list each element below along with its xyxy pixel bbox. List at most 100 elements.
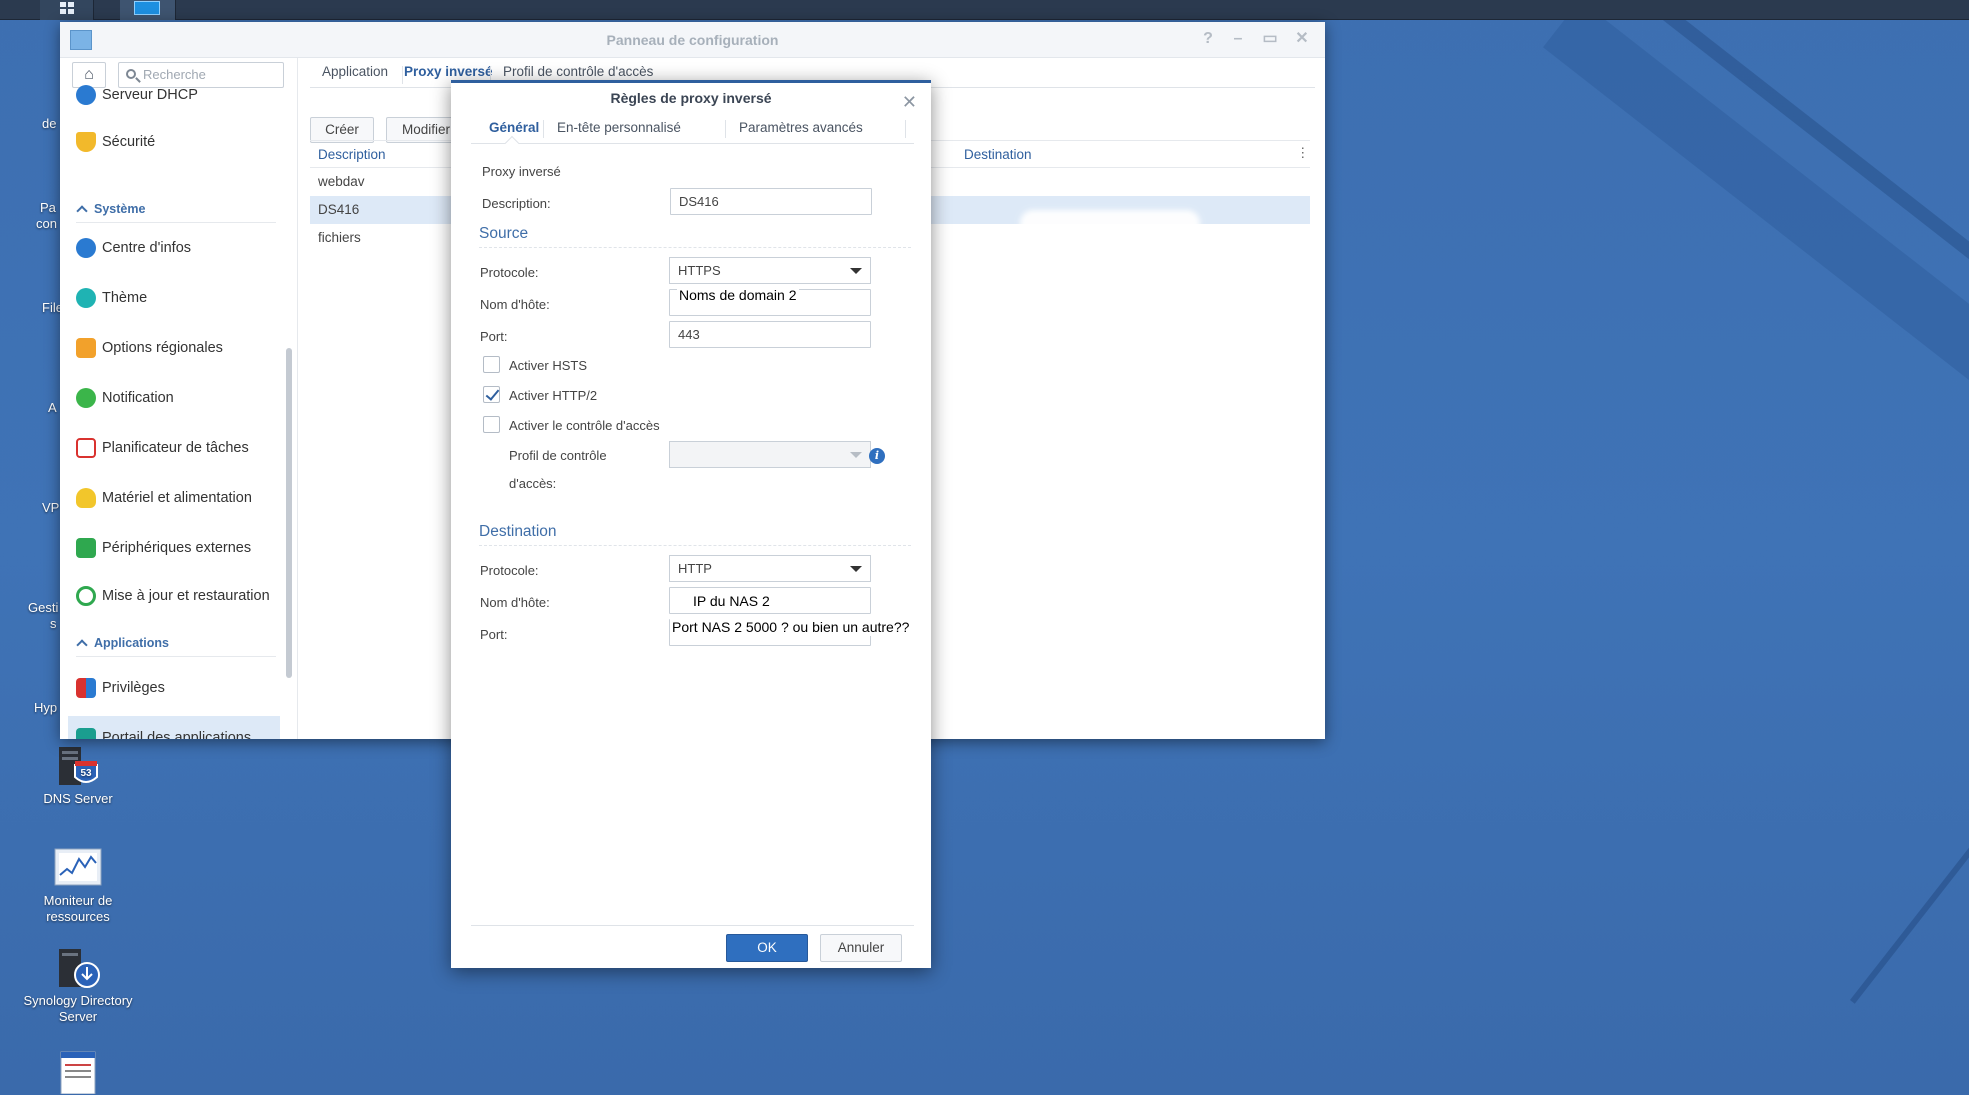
sidebar-item-label: Serveur DHCP xyxy=(102,87,198,103)
sidebar-item-update-restore[interactable]: Mise à jour et restauration xyxy=(68,572,280,620)
tab-custom-header[interactable]: En-tête personnalisé xyxy=(557,120,681,135)
svg-text:53: 53 xyxy=(80,768,92,779)
sidebar-scrollbar[interactable] xyxy=(286,348,292,678)
source-port-input[interactable]: 443 xyxy=(669,321,871,348)
maximize-icon[interactable]: ▭ xyxy=(1261,30,1279,48)
access-control-label: Activer le contrôle d'accès xyxy=(509,418,660,433)
main-menu-button[interactable] xyxy=(40,0,94,20)
desktop-clipped-label[interactable]: A xyxy=(48,400,57,415)
desktop-clipped-label[interactable]: Gesti xyxy=(28,600,58,615)
sidebar-item-task-scheduler[interactable]: Planificateur de tâches xyxy=(68,426,280,470)
sidebar-section-system[interactable]: Système xyxy=(76,202,276,223)
redacted-destination xyxy=(1020,210,1200,236)
hostname-annotation: Noms de domain 2 xyxy=(677,286,799,304)
profile-label-line1: Profil de contrôle xyxy=(509,448,607,463)
reverse-proxy-dialog: Règles de proxy inversé ✕ Général En-têt… xyxy=(451,80,931,968)
close-icon[interactable]: ✕ xyxy=(902,87,917,117)
sidebar: ⌂ Recherche Serveur DHCP Sécurité Systèm… xyxy=(60,58,298,739)
tab-application[interactable]: Application xyxy=(322,64,388,79)
ok-button[interactable]: OK xyxy=(726,934,808,962)
source-protocol-label: Protocole: xyxy=(480,265,539,280)
sidebar-item-notification[interactable]: Notification xyxy=(68,376,280,420)
desktop-clipped-label[interactable]: Hyp xyxy=(34,700,57,715)
control-panel-app-icon xyxy=(70,30,92,50)
tab-pointer xyxy=(504,135,520,151)
chevron-up-icon xyxy=(76,205,88,217)
column-destination[interactable]: Destination xyxy=(964,147,1032,162)
desktop-clipped-label[interactable]: de xyxy=(42,116,56,131)
dest-protocol-label: Protocole: xyxy=(480,563,539,578)
sidebar-item-label: Mise à jour et restauration xyxy=(102,588,270,604)
column-description[interactable]: Description xyxy=(318,147,386,162)
desktop-clipped-label[interactable]: con xyxy=(36,216,57,231)
desktop-clipped-label[interactable]: s xyxy=(50,616,57,631)
http2-checkbox[interactable] xyxy=(483,386,500,403)
sidebar-item-regional-options[interactable]: Options régionales xyxy=(68,326,280,370)
section-label: Applications xyxy=(94,636,170,650)
desktop-clipped-label[interactable]: VP xyxy=(42,500,59,515)
window-titlebar[interactable]: Panneau de configuration ? – ▭ ✕ xyxy=(60,22,1325,58)
search-icon xyxy=(126,69,136,79)
chevron-down-icon xyxy=(850,452,862,458)
desktop-icon-label: DNS Server xyxy=(43,791,113,806)
dest-port-annotation: Port NAS 2 5000 ? ou bien un autre?? xyxy=(670,618,912,636)
window-icon xyxy=(134,1,160,15)
sidebar-item-privileges[interactable]: Privilèges xyxy=(68,666,280,710)
sidebar-item-label: Matériel et alimentation xyxy=(102,490,252,506)
tab-divider xyxy=(543,120,544,138)
dns-server-icon: 53 xyxy=(53,745,103,787)
source-protocol-select[interactable]: HTTPS xyxy=(669,257,871,284)
sidebar-item-external-devices[interactable]: Périphériques externes xyxy=(68,526,280,570)
dest-protocol-select[interactable]: HTTP xyxy=(669,555,871,582)
help-icon[interactable]: ? xyxy=(1199,30,1217,48)
tab-general[interactable]: Général xyxy=(489,120,539,135)
sidebar-item-theme[interactable]: Thème xyxy=(68,276,280,320)
refresh-icon xyxy=(76,586,96,606)
hsts-label: Activer HSTS xyxy=(509,358,588,373)
desktop-icon-document[interactable] xyxy=(18,1050,138,1095)
resource-monitor-icon xyxy=(53,847,103,889)
column-menu-icon[interactable]: ⋮ xyxy=(1296,145,1310,161)
tab-access-control-profile[interactable]: Profil de contrôle d'accès xyxy=(503,64,653,79)
desktop-icon-resource-monitor[interactable]: Moniteur de ressources xyxy=(18,847,138,925)
sidebar-item-label: Périphériques externes xyxy=(102,540,252,556)
tab-divider xyxy=(905,120,906,138)
dialog-title: Règles de proxy inversé xyxy=(610,90,772,106)
dest-port-label: Port: xyxy=(480,627,508,642)
sidebar-item-dhcp[interactable]: Serveur DHCP xyxy=(68,80,280,110)
cancel-button[interactable]: Annuler xyxy=(820,934,902,962)
description-input[interactable]: DS416 xyxy=(670,188,872,215)
dialog-titlebar[interactable]: Règles de proxy inversé ✕ xyxy=(451,83,931,112)
sidebar-item-label: Planificateur de tâches xyxy=(102,440,249,456)
desktop-icon-dns-server[interactable]: 53 DNS Server xyxy=(18,745,138,807)
sidebar-item-hardware-power[interactable]: Matériel et alimentation xyxy=(68,476,280,520)
info-icon[interactable]: i xyxy=(869,448,885,464)
chevron-up-icon xyxy=(76,639,88,651)
sidebar-item-label: Privilèges xyxy=(102,680,165,696)
lightbulb-icon xyxy=(76,488,96,508)
footer-divider xyxy=(471,925,914,926)
sidebar-item-label: Thème xyxy=(102,290,148,306)
access-profile-select[interactable] xyxy=(669,441,871,468)
privileges-icon xyxy=(76,678,96,698)
taskbar-control-panel-button[interactable] xyxy=(120,0,176,20)
sidebar-item-label: Notification xyxy=(102,390,174,406)
wallpaper-stripe xyxy=(1850,684,1969,1004)
tab-reverse-proxy[interactable]: Proxy inversé xyxy=(404,64,493,79)
desktop-clipped-label[interactable]: Pa xyxy=(40,200,56,215)
close-icon[interactable]: ✕ xyxy=(1293,30,1311,48)
hsts-checkbox[interactable] xyxy=(483,356,500,373)
sidebar-section-applications[interactable]: Applications xyxy=(76,636,276,657)
taskbar xyxy=(0,0,1969,20)
tab-advanced-settings[interactable]: Paramètres avancés xyxy=(739,120,863,135)
sidebar-item-info-center[interactable]: Centre d'infos xyxy=(68,226,280,270)
tab-divider xyxy=(402,66,403,84)
sidebar-item-application-portal[interactable]: Portail des applications xyxy=(68,716,280,739)
sidebar-item-security[interactable]: Sécurité xyxy=(68,120,280,164)
minimize-icon[interactable]: – xyxy=(1229,30,1247,48)
desktop-icon-directory-server[interactable]: Synology Directory Server xyxy=(18,947,138,1025)
access-control-checkbox[interactable] xyxy=(483,416,500,433)
destination-section-title: Destination xyxy=(479,523,911,546)
tab-divider xyxy=(725,120,726,138)
shield-icon xyxy=(76,132,96,152)
